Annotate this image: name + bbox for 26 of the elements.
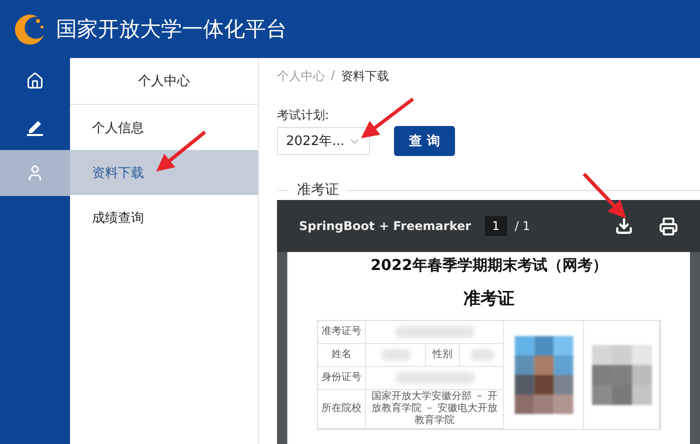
table-cell: 身份证号 bbox=[318, 367, 366, 389]
submenu-item[interactable]: 资料下载 bbox=[70, 150, 258, 195]
table-cell: 准考证号 bbox=[318, 321, 366, 343]
table-cell: 所在院校 bbox=[318, 390, 366, 428]
document-title: SpringBoot + Freemarker bbox=[299, 219, 472, 233]
document-title-text: 准考证 bbox=[464, 288, 514, 310]
user-icon bbox=[26, 164, 44, 182]
field-label: 考试计划: bbox=[277, 107, 330, 124]
print-icon[interactable] bbox=[659, 216, 678, 236]
breadcrumb-item[interactable]: 资料下载 bbox=[341, 68, 390, 85]
page-number-field[interactable]: 1 bbox=[485, 216, 507, 236]
table-cell: 国家开放大学安徽分部 － 开放教育学院 － 安徽电大开放教育学院 bbox=[366, 390, 504, 428]
blurred-text bbox=[380, 349, 410, 361]
home-icon bbox=[26, 72, 44, 90]
query-button[interactable]: 查 询 bbox=[394, 126, 455, 156]
blurred-text bbox=[470, 349, 494, 361]
breadcrumb-separator: / bbox=[331, 68, 336, 84]
document-heading: 2022年春季学期期末考试（网考） bbox=[370, 256, 608, 275]
table-cell: 性别 bbox=[426, 344, 460, 366]
exam-plan-select[interactable]: 2022年... bbox=[277, 127, 370, 155]
section-legend: 准考证 bbox=[289, 181, 347, 199]
blurred-stamp bbox=[592, 345, 652, 405]
page-total: / 1 bbox=[514, 219, 530, 233]
app-title: 国家开放大学一体化平台 bbox=[56, 16, 287, 43]
table-cell: 姓名 bbox=[318, 344, 366, 366]
download-icon[interactable] bbox=[615, 217, 633, 235]
